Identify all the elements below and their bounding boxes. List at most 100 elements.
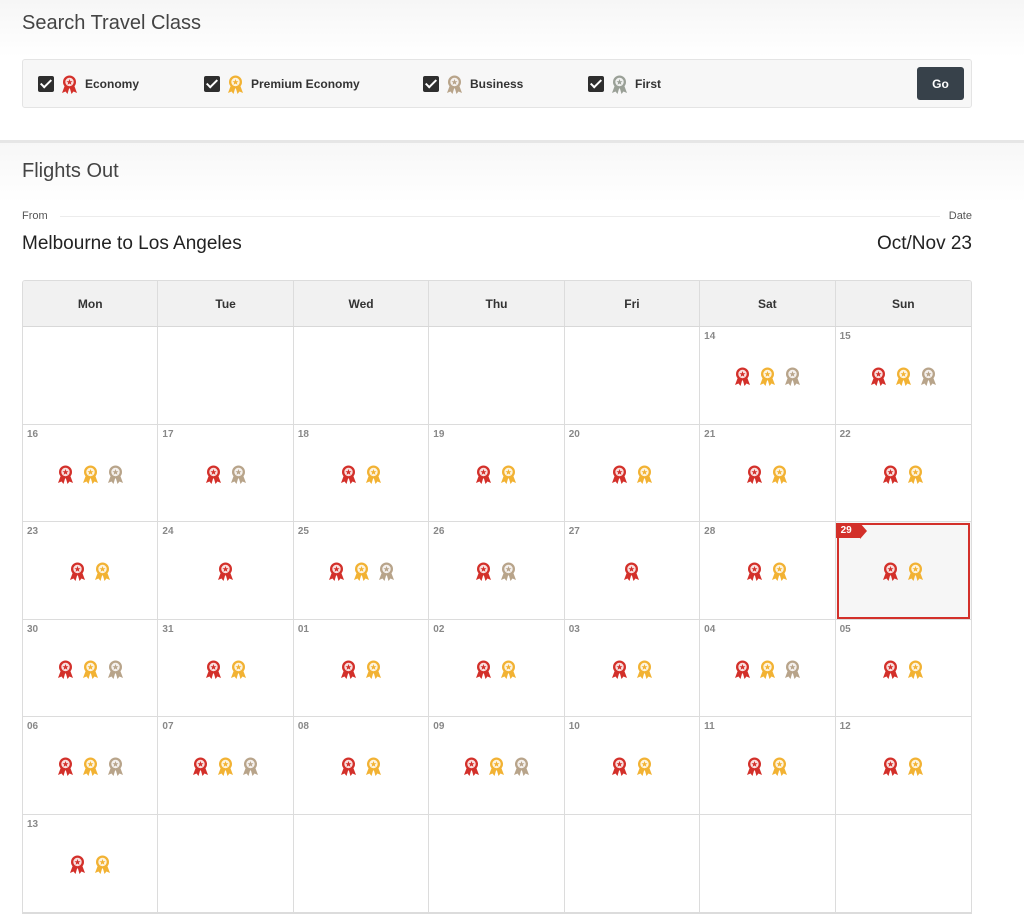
premium-economy-award-icon — [635, 756, 654, 777]
calendar-day-24[interactable]: 24 — [158, 522, 294, 620]
business-award-icon — [783, 659, 802, 680]
from-label: From — [22, 210, 48, 222]
calendar-day-02[interactable]: 02 — [429, 619, 565, 718]
award-availability — [23, 659, 157, 680]
calendar-day-20[interactable]: 20 — [564, 424, 701, 523]
economy-award-icon — [881, 756, 900, 777]
economy-checkbox[interactable] — [38, 76, 54, 92]
calendar-day-26[interactable]: 26 — [429, 522, 565, 620]
calendar-day-05[interactable]: 05 — [835, 619, 971, 718]
day-number: 14 — [704, 331, 716, 342]
calendar-empty-cell — [23, 327, 159, 425]
economy-award-icon — [204, 464, 223, 485]
calendar-day-18[interactable]: 18 — [293, 424, 430, 523]
premium-economy-award-icon — [487, 756, 506, 777]
calendar-day-11[interactable]: 11 — [700, 717, 836, 815]
calendar-day-25[interactable]: 25 — [293, 522, 430, 620]
calendar-day-03[interactable]: 03 — [564, 619, 701, 718]
calendar-day-31[interactable]: 31 — [158, 619, 294, 718]
calendar-empty-cell — [700, 814, 836, 913]
calendar-day-06[interactable]: 06 — [23, 717, 159, 815]
day-number: 18 — [297, 428, 309, 440]
premium-economy-award-icon — [364, 464, 383, 485]
travel-class-filter-bar: Economy Premium Economy Business First G… — [22, 59, 972, 108]
class-option-business[interactable]: Business — [423, 74, 523, 94]
economy-award-icon — [204, 659, 223, 680]
calendar-day-01[interactable]: 01 — [293, 619, 430, 718]
premium-economy-award-icon — [352, 561, 371, 582]
header-rule — [60, 216, 940, 217]
weekday-wed: Wed — [294, 281, 430, 326]
economy-award-icon — [191, 756, 210, 777]
premium-economy-award-icon — [906, 659, 925, 680]
business-award-icon — [445, 74, 464, 95]
calendar-day-12[interactable]: 12 — [835, 717, 971, 815]
calendar-day-04[interactable]: 04 — [700, 619, 836, 718]
economy-award-icon — [745, 561, 764, 582]
day-number: 13 — [27, 818, 39, 830]
award-availability — [565, 464, 699, 485]
calendar-day-21[interactable]: 21 — [700, 424, 836, 523]
calendar-day-23[interactable]: 23 — [23, 522, 159, 620]
premium-economy-award-icon — [93, 561, 112, 582]
award-calendar: Mon Tue Wed Thu Fri Sat Sun 14 15 16 17 18 19 20 21 22… — [22, 280, 972, 914]
class-option-economy[interactable]: Economy — [38, 74, 139, 94]
award-availability — [429, 756, 563, 777]
premium-economy-award-icon — [226, 74, 245, 95]
calendar-day-14[interactable]: 14 — [700, 327, 836, 425]
weekday-tue: Tue — [158, 281, 294, 326]
premium-economy-checkbox[interactable] — [204, 76, 220, 92]
go-button[interactable]: Go — [917, 67, 964, 100]
day-number: 29 — [835, 523, 867, 540]
calendar-grid: 14 15 16 17 18 19 20 21 22 23 24 25 26 27 28 29 30 31 01 02… — [23, 327, 971, 913]
premium-economy-award-icon — [499, 659, 518, 680]
calendar-day-15[interactable]: 15 — [835, 327, 971, 425]
calendar-day-28[interactable]: 28 — [700, 522, 836, 620]
premium-economy-award-icon — [364, 659, 383, 680]
calendar-day-27[interactable]: 27 — [564, 522, 701, 620]
first-checkbox[interactable] — [588, 76, 604, 92]
day-number: 17 — [162, 428, 174, 440]
award-availability — [294, 464, 428, 485]
economy-award-icon — [881, 659, 900, 680]
flights-title: Flights Out — [22, 160, 119, 182]
class-option-first[interactable]: First — [588, 74, 661, 94]
calendar-day-16[interactable]: 16 — [23, 424, 159, 523]
premium-economy-award-icon — [81, 464, 100, 485]
class-option-premium-economy[interactable]: Premium Economy — [204, 74, 360, 94]
calendar-day-08[interactable]: 08 — [293, 717, 430, 815]
calendar-day-07[interactable]: 07 — [158, 717, 294, 815]
economy-award-icon — [339, 756, 358, 777]
business-checkbox[interactable] — [423, 76, 439, 92]
calendar-day-30[interactable]: 30 — [23, 619, 159, 718]
economy-award-icon — [869, 366, 888, 387]
economy-award-icon — [68, 561, 87, 582]
award-availability — [565, 756, 699, 777]
premium-economy-award-icon — [906, 561, 925, 582]
award-availability — [23, 854, 157, 875]
premium-economy-award-icon — [635, 659, 654, 680]
calendar-day-09[interactable]: 09 — [429, 717, 565, 815]
economy-award-icon — [881, 561, 900, 582]
calendar-empty-cell — [158, 814, 294, 913]
economy-award-icon — [733, 659, 752, 680]
day-number: 06 — [27, 721, 39, 733]
weekday-sat: Sat — [700, 281, 836, 326]
award-availability — [700, 659, 834, 680]
award-availability — [429, 659, 563, 680]
economy-award-icon — [56, 464, 75, 485]
calendar-day-22[interactable]: 22 — [835, 424, 971, 523]
day-number: 01 — [297, 623, 309, 635]
calendar-day-19[interactable]: 19 — [429, 424, 565, 523]
business-award-icon — [377, 561, 396, 582]
calendar-day-29[interactable]: 29 — [835, 522, 971, 620]
search-title: Search Travel Class — [22, 12, 201, 34]
calendar-day-13[interactable]: 13 — [23, 814, 159, 913]
business-award-icon — [783, 366, 802, 387]
premium-economy-award-icon — [906, 464, 925, 485]
economy-award-icon — [474, 659, 493, 680]
award-availability — [158, 561, 292, 582]
calendar-day-17[interactable]: 17 — [158, 424, 294, 523]
calendar-day-10[interactable]: 10 — [564, 717, 701, 815]
business-award-icon — [499, 561, 518, 582]
